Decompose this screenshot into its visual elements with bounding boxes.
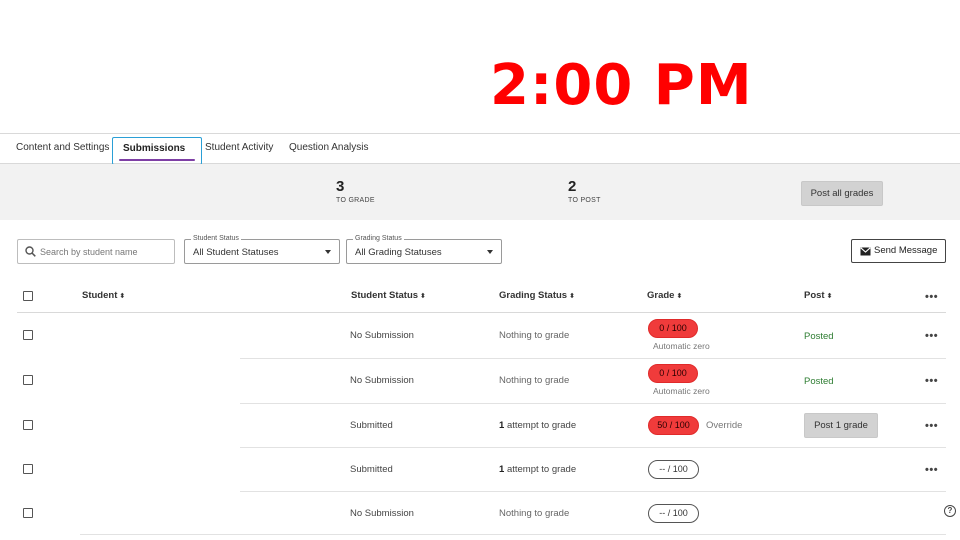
grading-status-cell: Nothing to grade <box>499 375 570 386</box>
sort-icon: ⬍ <box>826 293 833 300</box>
post-all-grades-button[interactable]: Post all grades <box>801 181 883 206</box>
grading-status-text: attempt to grade <box>506 464 577 475</box>
row-divider <box>240 447 946 448</box>
sort-icon: ⬍ <box>420 293 426 300</box>
send-message-label: Send Message <box>874 245 938 256</box>
grade-override-label: Override <box>706 420 743 431</box>
to-post-count: 2 <box>568 178 577 195</box>
row-divider <box>240 358 946 359</box>
row-checkbox[interactable] <box>23 420 33 430</box>
to-post-label: TO POST <box>568 197 601 204</box>
help-icon[interactable]: ? <box>944 505 956 517</box>
student-status-cell: No Submission <box>350 508 414 519</box>
select-all-checkbox[interactable] <box>23 291 33 301</box>
search-field[interactable] <box>17 239 175 264</box>
column-header-student-status-label: Student Status <box>351 290 419 301</box>
envelope-icon <box>860 247 871 256</box>
grading-status-cell: Nothing to grade <box>499 330 570 341</box>
sort-icon: ⬍ <box>676 293 683 300</box>
row-checkbox[interactable] <box>23 464 33 474</box>
grading-status-cell: 1 attempt to grade <box>499 420 576 432</box>
row-more-options-icon[interactable]: ••• <box>925 376 938 387</box>
column-header-student[interactable]: Student ⬍ <box>82 290 125 303</box>
column-header-post-label: Post <box>804 290 825 301</box>
student-status-cell: No Submission <box>350 330 414 341</box>
to-grade-stat: 3 TO GRADE <box>336 178 375 206</box>
to-post-stat: 2 TO POST <box>568 178 601 206</box>
student-status-value: All Student Statuses <box>193 247 279 258</box>
row-more-options-icon[interactable]: ••• <box>925 421 938 432</box>
grading-status-legend: Grading Status <box>353 234 404 244</box>
tab-submissions-label: Submissions <box>123 143 186 154</box>
grading-status-cell: 1 attempt to grade <box>499 464 576 476</box>
sort-icon: ⬍ <box>569 293 575 300</box>
row-divider <box>80 534 946 535</box>
grade-pill[interactable]: 0 / 100 <box>648 319 698 338</box>
grade-note: Automatic zero <box>653 386 710 396</box>
student-status-cell: Submitted <box>350 420 393 431</box>
student-status-cell: No Submission <box>350 375 414 386</box>
more-options-icon[interactable]: ••• <box>925 292 938 303</box>
grading-status-select[interactable]: Grading Status All Grading Statuses <box>346 234 502 264</box>
post-status: Posted <box>804 376 834 387</box>
student-status-cell: Submitted <box>350 464 393 475</box>
header-divider <box>17 312 946 313</box>
caret-down-icon <box>325 250 331 254</box>
row-more-options-icon[interactable]: ••• <box>925 331 938 342</box>
send-message-button[interactable]: Send Message <box>851 239 946 263</box>
grade-note: Automatic zero <box>653 341 710 351</box>
post-status: Posted <box>804 331 834 342</box>
row-checkbox[interactable] <box>23 508 33 518</box>
column-header-grading-status-label: Grading Status <box>499 290 568 301</box>
grading-status-cell: Nothing to grade <box>499 508 570 519</box>
student-status-select[interactable]: Student Status All Student Statuses <box>184 234 340 264</box>
column-header-post[interactable]: Post ⬍ <box>804 290 832 303</box>
grading-status-text: attempt to grade <box>506 420 577 431</box>
column-header-grade[interactable]: Grade ⬍ <box>647 290 682 303</box>
to-grade-label: TO GRADE <box>336 197 375 204</box>
active-tab-indicator <box>119 159 195 161</box>
tab-submissions[interactable]: Submissions <box>112 137 202 165</box>
grading-attempt-count: 1 <box>499 464 505 475</box>
overlay-time-label: 2:00 PM <box>490 53 753 118</box>
row-more-options-icon[interactable]: ••• <box>925 465 938 476</box>
column-header-student-label: Student <box>82 290 118 301</box>
column-header-student-status[interactable]: Student Status ⬍ <box>351 290 426 303</box>
tab-question-analysis[interactable]: Question Analysis <box>289 134 369 163</box>
search-input[interactable] <box>40 243 170 260</box>
grade-pill[interactable]: -- / 100 <box>648 460 699 479</box>
tab-content-and-settings[interactable]: Content and Settings <box>16 134 109 163</box>
row-divider <box>240 491 946 492</box>
grade-pill[interactable]: 0 / 100 <box>648 364 698 383</box>
row-checkbox[interactable] <box>23 330 33 340</box>
caret-down-icon <box>487 250 493 254</box>
tab-student-activity[interactable]: Student Activity <box>205 134 273 163</box>
student-status-legend: Student Status <box>191 234 241 244</box>
grading-attempt-count: 1 <box>499 420 505 431</box>
column-header-grading-status[interactable]: Grading Status ⬍ <box>499 290 575 303</box>
grade-pill[interactable]: -- / 100 <box>648 504 699 523</box>
row-checkbox[interactable] <box>23 375 33 385</box>
summary-bar: 3 TO GRADE 2 TO POST Post all grades <box>0 164 960 220</box>
grade-pill[interactable]: 50 / 100 <box>648 416 699 435</box>
row-divider <box>240 403 946 404</box>
grading-status-value: All Grading Statuses <box>355 247 442 258</box>
search-icon <box>25 246 36 257</box>
column-header-grade-label: Grade <box>647 290 675 301</box>
tab-bar: Content and Settings Submissions Student… <box>0 133 960 165</box>
to-grade-count: 3 <box>336 178 345 195</box>
sort-icon: ⬍ <box>119 293 126 300</box>
post-1-grade-button[interactable]: Post 1 grade <box>804 413 878 438</box>
